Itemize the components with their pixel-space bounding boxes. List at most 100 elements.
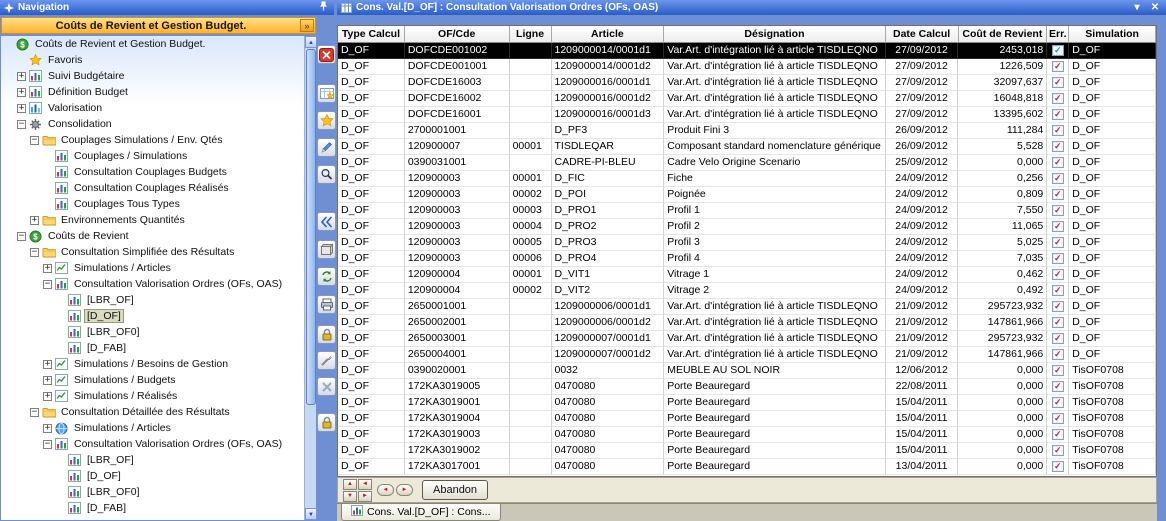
cell-date-calcul[interactable]: 24/09/2012	[886, 187, 959, 203]
cell-of-cde[interactable]: DOFCDE16001	[405, 107, 510, 123]
cell-err[interactable]: ✓	[1047, 203, 1069, 219]
cell-d-signation[interactable]: Cadre Velo Origine Scenario	[664, 155, 885, 171]
cell-date-calcul[interactable]: 21/09/2012	[886, 347, 959, 363]
cell-type-calcul[interactable]: D_OF	[338, 75, 405, 91]
cell-co-t-de-revient[interactable]: 147861,966	[958, 347, 1047, 363]
cell-type-calcul[interactable]: D_OF	[338, 187, 405, 203]
cell-err[interactable]: ✓	[1047, 139, 1069, 155]
cell-simulation[interactable]: D_OF	[1069, 235, 1156, 251]
cell-of-cde[interactable]: 2650004001	[405, 347, 510, 363]
abandon-button[interactable]: Abandon	[422, 480, 488, 500]
cell-co-t-de-revient[interactable]: 5,025	[958, 235, 1047, 251]
cell-err[interactable]: ✓	[1047, 331, 1069, 347]
cell-d-signation[interactable]: Var.Art. d'intégration lié à article TIS…	[664, 91, 885, 107]
collapse-minus-icon[interactable]: −	[30, 408, 39, 417]
cell-article[interactable]: D_PRO3	[552, 235, 665, 251]
pin-icon[interactable]	[316, 1, 330, 15]
cell-article[interactable]: 0470080	[552, 427, 665, 443]
tree-item-lbr-of[interactable]: [LBR_OF]	[1, 452, 304, 468]
tree-item-couplages-simulations-env-qt-s[interactable]: −Couplages Simulations / Env. Qtés	[1, 132, 304, 148]
cell-simulation[interactable]: D_OF	[1069, 75, 1156, 91]
cell-err[interactable]: ✓	[1047, 75, 1069, 91]
close-icon[interactable]: ✕	[1148, 2, 1162, 14]
table-row[interactable]: D_OF26500040011209000007/0001d2Var.Art. …	[338, 347, 1156, 363]
tree-item-consultation-d-taill-e-des-r-sultats[interactable]: −Consultation Détaillée des Résultats	[1, 404, 304, 420]
tree-item-consultation-valorisation-ordres-ofs-oas[interactable]: −Consultation Valorisation Ordres (OFs, …	[1, 276, 304, 292]
tree-item-d-fab[interactable]: [D_FAB]	[1, 340, 304, 356]
cell-type-calcul[interactable]: D_OF	[338, 155, 405, 171]
cell-simulation[interactable]: D_OF	[1069, 91, 1156, 107]
cell-d-signation[interactable]: Var.Art. d'intégration lié à article TIS…	[664, 299, 885, 315]
cell-co-t-de-revient[interactable]: 0,000	[958, 395, 1047, 411]
cell-type-calcul[interactable]: D_OF	[338, 267, 405, 283]
cell-err[interactable]: ✓	[1047, 427, 1069, 443]
cell-type-calcul[interactable]: D_OF	[338, 91, 405, 107]
favorites-button[interactable]	[317, 111, 336, 130]
cell-err[interactable]: ✓	[1047, 235, 1069, 251]
cell-date-calcul[interactable]: 15/04/2011	[886, 411, 959, 427]
cell-d-signation[interactable]: Porte Beauregard	[664, 427, 885, 443]
cell-ligne[interactable]: 00003	[510, 203, 552, 219]
cell-co-t-de-revient[interactable]: 0,492	[958, 283, 1047, 299]
cell-co-t-de-revient[interactable]: 0,000	[958, 363, 1047, 379]
cell-simulation[interactable]: TisOF0708	[1069, 459, 1156, 475]
cell-article[interactable]: 1209000016/0001d2	[552, 91, 665, 107]
cell-d-signation[interactable]: Var.Art. d'intégration lié à article TIS…	[664, 331, 885, 347]
cell-article[interactable]: D_PF3	[552, 123, 665, 139]
tree-item-simulations-besoins-de-gestion[interactable]: +Simulations / Besoins de Gestion	[1, 356, 304, 372]
expand-plus-icon[interactable]: +	[17, 72, 26, 81]
grid-favorite-button[interactable]	[317, 84, 336, 103]
cell-ligne[interactable]: 00002	[510, 187, 552, 203]
table-row[interactable]: D_OF172KA30170010470080Porte Beauregard1…	[338, 459, 1156, 475]
cell-type-calcul[interactable]: D_OF	[338, 123, 405, 139]
cell-date-calcul[interactable]: 27/09/2012	[886, 75, 959, 91]
cell-article[interactable]: 1209000016/0001d3	[552, 107, 665, 123]
cell-date-calcul[interactable]: 12/06/2012	[886, 363, 959, 379]
cell-article[interactable]: 0470080	[552, 395, 665, 411]
cell-simulation[interactable]: TisOF0708	[1069, 443, 1156, 459]
tree-item-co-ts-de-revient[interactable]: −$Coûts de Revient	[1, 228, 304, 244]
record-last-button[interactable]: ▼	[343, 491, 357, 502]
cell-article[interactable]: 0470080	[552, 379, 665, 395]
cell-date-calcul[interactable]: 24/09/2012	[886, 283, 959, 299]
table-row[interactable]: D_OF172KA30190040470080Porte Beauregard1…	[338, 411, 1156, 427]
column-header-date-calcul[interactable]: Date Calcul	[886, 26, 959, 43]
cell-err[interactable]: ✓	[1047, 219, 1069, 235]
cell-date-calcul[interactable]: 21/09/2012	[886, 331, 959, 347]
search-button[interactable]	[317, 165, 336, 184]
cell-article[interactable]: TISDLEQAR	[552, 139, 665, 155]
cell-type-calcul[interactable]: D_OF	[338, 43, 405, 59]
cell-d-signation[interactable]: Var.Art. d'intégration lié à article TIS…	[664, 75, 885, 91]
cell-of-cde[interactable]: 172KA3019003	[405, 427, 510, 443]
table-row[interactable]: D_OF172KA30190020470080Porte Beauregard1…	[338, 443, 1156, 459]
cell-co-t-de-revient[interactable]: 0,000	[958, 411, 1047, 427]
panel-expand-button[interactable]: »	[300, 19, 314, 32]
cell-co-t-de-revient[interactable]: 0,256	[958, 171, 1047, 187]
cell-type-calcul[interactable]: D_OF	[338, 107, 405, 123]
collapse-minus-icon[interactable]: −	[43, 280, 52, 289]
cell-co-t-de-revient[interactable]: 7,550	[958, 203, 1047, 219]
cell-d-signation[interactable]: MEUBLE AU SOL NOIR	[664, 363, 885, 379]
cell-simulation[interactable]: D_OF	[1069, 107, 1156, 123]
cell-d-signation[interactable]: Vitrage 2	[664, 283, 885, 299]
cell-simulation[interactable]: D_OF	[1069, 315, 1156, 331]
cell-ligne[interactable]	[510, 347, 552, 363]
cell-date-calcul[interactable]: 24/09/2012	[886, 203, 959, 219]
cell-co-t-de-revient[interactable]: 147861,966	[958, 315, 1047, 331]
cell-co-t-de-revient[interactable]: 11,065	[958, 219, 1047, 235]
cell-type-calcul[interactable]: D_OF	[338, 459, 405, 475]
cell-type-calcul[interactable]: D_OF	[338, 59, 405, 75]
cell-err[interactable]: ✓	[1047, 395, 1069, 411]
cell-co-t-de-revient[interactable]: 0,000	[958, 427, 1047, 443]
cell-simulation[interactable]: D_OF	[1069, 331, 1156, 347]
cell-d-signation[interactable]: Var.Art. d'intégration lié à article TIS…	[664, 59, 885, 75]
cell-simulation[interactable]: D_OF	[1069, 203, 1156, 219]
tree-item-consultation-couplages-budgets[interactable]: Consultation Couplages Budgets	[1, 164, 304, 180]
cell-simulation[interactable]: TisOF0708	[1069, 363, 1156, 379]
cell-d-signation[interactable]: Vitrage 1	[664, 267, 885, 283]
cell-date-calcul[interactable]: 24/09/2012	[886, 251, 959, 267]
cell-simulation[interactable]: D_OF	[1069, 171, 1156, 187]
cell-ligne[interactable]	[510, 315, 552, 331]
tree-item-d-fab[interactable]: [D_FAB]	[1, 500, 304, 516]
tree-item-consolidation[interactable]: −Consolidation	[1, 116, 304, 132]
